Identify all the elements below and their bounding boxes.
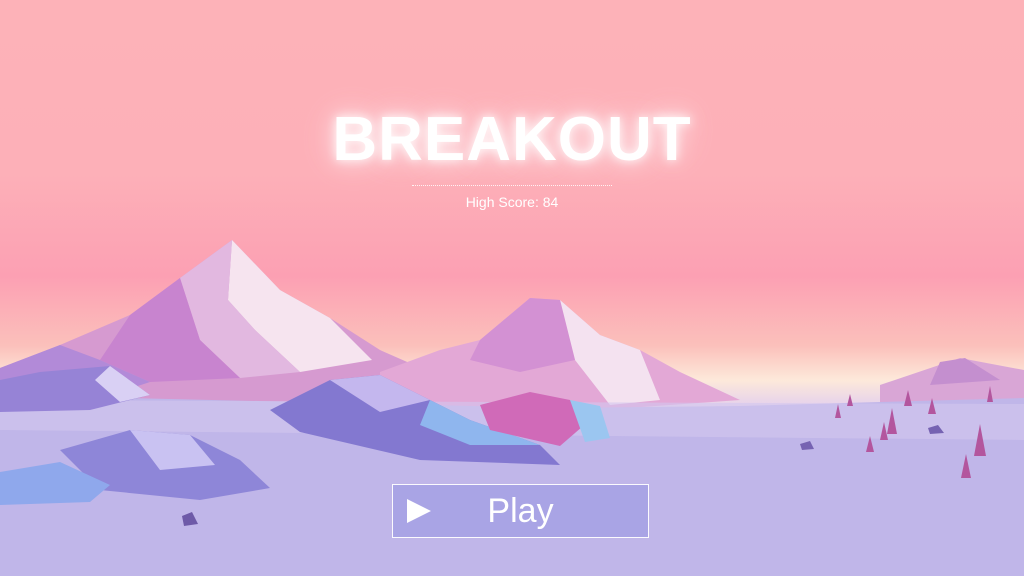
title-divider — [412, 185, 612, 186]
right-mountain-shadow-face — [470, 298, 575, 372]
high-score-text: High Score: 84 — [465, 194, 559, 210]
game-title: BREAKOUT — [332, 105, 692, 174]
tree — [847, 394, 853, 406]
play-icon — [407, 499, 431, 523]
play-button[interactable]: Play — [392, 484, 649, 538]
game-start-screen: BREAKOUT High Score: 84 Play — [0, 0, 1024, 576]
play-button-label: Play — [487, 491, 554, 530]
